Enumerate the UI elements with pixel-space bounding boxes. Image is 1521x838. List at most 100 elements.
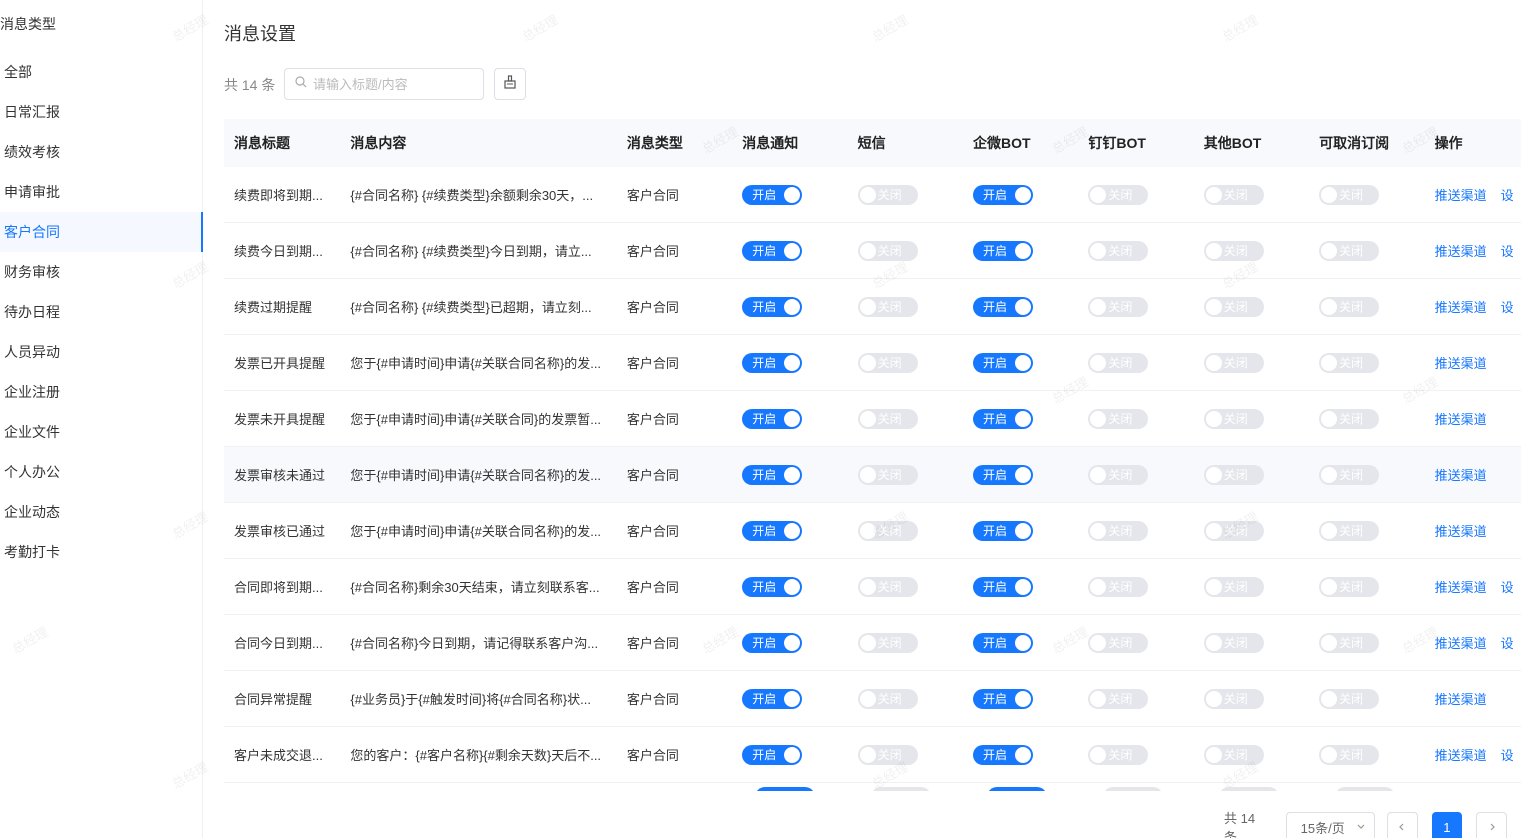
page-size-select[interactable]: 15条/页: [1285, 812, 1375, 838]
toggle-switch-on[interactable]: 开启: [973, 296, 1033, 317]
page-button-1[interactable]: 1: [1431, 812, 1463, 838]
toggle-switch-off[interactable]: 关闭: [1319, 632, 1380, 653]
toggle-switch-off[interactable]: 关闭: [1319, 520, 1380, 541]
toggle-switch-on[interactable]: 开启: [973, 240, 1033, 261]
next-page-button[interactable]: [1476, 812, 1507, 838]
toggle-switch-off[interactable]: 关闭: [1088, 688, 1149, 709]
toggle-switch-off[interactable]: 关闭: [1319, 408, 1380, 429]
sidebar-item[interactable]: 企业动态: [0, 492, 203, 532]
push-channel-link[interactable]: 推送渠道: [1435, 524, 1487, 539]
toggle-switch-on[interactable]: 开启: [973, 576, 1033, 597]
toggle-switch-off[interactable]: 关闭: [857, 408, 918, 429]
toggle-switch-off[interactable]: 关闭: [1203, 240, 1264, 261]
toggle-switch-off[interactable]: 关闭: [1203, 184, 1264, 205]
toggle-switch-off[interactable]: 关闭: [1088, 184, 1149, 205]
toggle-switch-off[interactable]: [1335, 787, 1395, 791]
toggle-switch-off[interactable]: 关闭: [1203, 632, 1264, 653]
sidebar-item[interactable]: 企业注册: [0, 372, 203, 412]
toggle-switch-on[interactable]: 开启: [742, 352, 803, 373]
toggle-switch-off[interactable]: [1219, 787, 1279, 791]
toggle-switch-off[interactable]: 关闭: [1088, 464, 1149, 485]
toggle-switch-off[interactable]: 关闭: [1319, 576, 1380, 597]
toggle-switch-on[interactable]: 开启: [742, 464, 803, 485]
sidebar-item[interactable]: 财务审核: [0, 252, 203, 292]
prev-page-button[interactable]: [1386, 812, 1418, 838]
sidebar-item[interactable]: 客户合同: [0, 212, 203, 252]
push-channel-link[interactable]: 推送渠道: [1435, 356, 1487, 371]
push-channel-link[interactable]: 推送渠道: [1435, 412, 1487, 427]
toggle-switch-on[interactable]: 开启: [742, 576, 803, 597]
toggle-switch-on[interactable]: 开启: [742, 408, 803, 429]
push-channel-link[interactable]: 推送渠道: [1435, 244, 1487, 259]
toggle-switch-on[interactable]: 开启: [973, 520, 1033, 541]
toggle-switch-on[interactable]: 开启: [742, 744, 803, 765]
toggle-switch-on[interactable]: 开启: [742, 632, 803, 653]
toggle-switch-off[interactable]: 关闭: [1088, 520, 1149, 541]
push-channel-link[interactable]: 推送渠道: [1435, 748, 1487, 763]
toggle-switch-off[interactable]: 关闭: [1088, 408, 1149, 429]
settings-link[interactable]: 设: [1501, 300, 1514, 315]
toggle-switch-off[interactable]: [871, 787, 931, 791]
toggle-switch-off[interactable]: 关闭: [857, 520, 918, 541]
push-channel-link[interactable]: 推送渠道: [1435, 468, 1487, 483]
toggle-switch-off[interactable]: 关闭: [1088, 352, 1149, 373]
push-channel-link[interactable]: 推送渠道: [1435, 692, 1487, 707]
toggle-switch-off[interactable]: 关闭: [1088, 744, 1149, 765]
toggle-switch-on[interactable]: [987, 787, 1047, 791]
toggle-switch-off[interactable]: 关闭: [1203, 744, 1264, 765]
toggle-switch-off[interactable]: 关闭: [1203, 296, 1264, 317]
settings-link[interactable]: 设: [1501, 580, 1514, 595]
toggle-switch-off[interactable]: 关闭: [857, 632, 918, 653]
sidebar-item[interactable]: 日常汇报: [0, 92, 203, 132]
sidebar-item[interactable]: 待办日程: [0, 292, 203, 332]
toggle-switch-on[interactable]: 开启: [973, 688, 1033, 709]
toggle-switch-on[interactable]: 开启: [742, 520, 803, 541]
toggle-switch-off[interactable]: 关闭: [1319, 744, 1380, 765]
toggle-switch-off[interactable]: 关闭: [1088, 632, 1149, 653]
toggle-switch-off[interactable]: 关闭: [1319, 184, 1380, 205]
toggle-switch-on[interactable]: 开启: [973, 352, 1033, 373]
push-channel-link[interactable]: 推送渠道: [1435, 636, 1487, 651]
toggle-switch-off[interactable]: 关闭: [857, 240, 918, 261]
toggle-switch-off[interactable]: 关闭: [1203, 576, 1264, 597]
toggle-switch-on[interactable]: 开启: [973, 464, 1033, 485]
toggle-switch-off[interactable]: 关闭: [1203, 352, 1264, 373]
settings-link[interactable]: 设: [1501, 636, 1514, 651]
toggle-switch-off[interactable]: 关闭: [1203, 464, 1264, 485]
toggle-switch-off[interactable]: 关闭: [1088, 240, 1149, 261]
toggle-switch-on[interactable]: 开启: [973, 744, 1033, 765]
push-channel-link[interactable]: 推送渠道: [1435, 580, 1487, 595]
toggle-switch-off[interactable]: 关闭: [1319, 464, 1380, 485]
toggle-switch-off[interactable]: 关闭: [1203, 408, 1264, 429]
toggle-switch-off[interactable]: 关闭: [1319, 296, 1380, 317]
push-channel-link[interactable]: 推送渠道: [1435, 300, 1487, 315]
toggle-switch-on[interactable]: 开启: [742, 184, 803, 205]
toggle-switch-off[interactable]: 关闭: [857, 464, 918, 485]
toggle-switch-on[interactable]: 开启: [973, 408, 1033, 429]
sidebar-item[interactable]: 人员异动: [0, 332, 203, 372]
sidebar-item[interactable]: 企业文件: [0, 412, 203, 452]
settings-link[interactable]: 设: [1501, 244, 1514, 259]
toggle-switch-off[interactable]: 关闭: [857, 296, 918, 317]
toggle-switch-off[interactable]: 关闭: [1319, 688, 1380, 709]
sidebar-item[interactable]: 个人办公: [0, 452, 203, 492]
clear-filter-button[interactable]: [494, 68, 526, 100]
toggle-switch-off[interactable]: 关闭: [1319, 352, 1380, 373]
toggle-switch-on[interactable]: 开启: [742, 296, 803, 317]
toggle-switch-off[interactable]: 关闭: [1319, 240, 1380, 261]
toggle-switch-off[interactable]: 关闭: [1088, 296, 1149, 317]
sidebar-item[interactable]: 全部: [0, 52, 203, 92]
toggle-switch-off[interactable]: [1103, 787, 1163, 791]
push-channel-link[interactable]: 推送渠道: [1435, 188, 1487, 203]
toggle-switch-off[interactable]: 关闭: [1203, 688, 1264, 709]
sidebar-item[interactable]: 申请审批: [0, 172, 203, 212]
toggle-switch-off[interactable]: 关闭: [857, 576, 918, 597]
search-input[interactable]: [313, 76, 473, 92]
toggle-switch-on[interactable]: [755, 787, 815, 791]
toggle-switch-on[interactable]: 开启: [973, 632, 1033, 653]
settings-link[interactable]: 设: [1501, 188, 1514, 203]
toggle-switch-on[interactable]: 开启: [742, 688, 803, 709]
sidebar-item[interactable]: 绩效考核: [0, 132, 203, 172]
settings-link[interactable]: 设: [1501, 748, 1514, 763]
toggle-switch-off[interactable]: 关闭: [1203, 520, 1264, 541]
